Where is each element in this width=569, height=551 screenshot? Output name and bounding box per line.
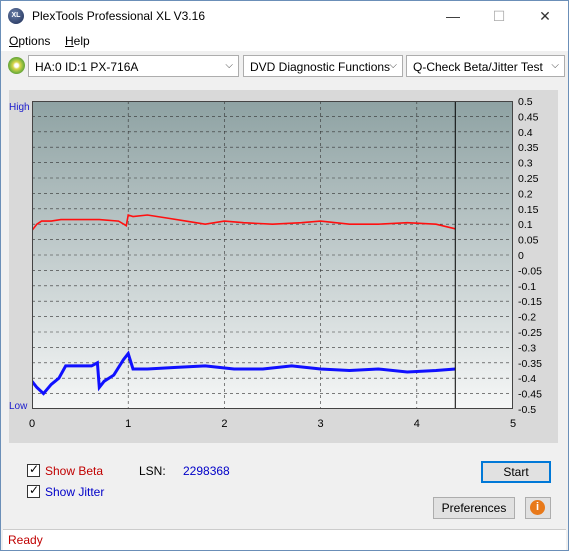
x-tick-label: 4 [414,418,420,430]
y-tick-label: 0.15 [518,204,539,216]
y-tick-label: 0.2 [518,188,533,200]
drive-select[interactable]: HA:0 ID:1 PX-716A ⌵ [28,55,239,77]
chevron-down-icon: ⌵ [551,60,559,71]
show-jitter-label[interactable]: Show Jitter [45,485,104,499]
y-tick-label: -0.1 [518,281,536,293]
x-tick-label: 1 [125,418,131,430]
beta-jitter-chart [32,101,513,409]
x-tick-label: 0 [29,418,35,430]
start-button[interactable]: Start [481,461,551,483]
y-tick-label: 0.4 [518,127,533,139]
y-tick-label: 0.25 [518,173,539,185]
chevron-down-icon: ⌵ [225,60,233,71]
toolbar: HA:0 ID:1 PX-716A ⌵ DVD Diagnostic Funct… [1,52,568,80]
y-tick-label: -0.15 [518,296,542,308]
menu-help-label: elp [73,34,90,48]
x-tick-label: 5 [510,418,516,430]
high-label: High [9,102,30,113]
plextools-app-icon: XL [8,8,24,24]
test-select[interactable]: Q-Check Beta/Jitter Test ⌵ [406,55,565,77]
chevron-down-icon: ⌵ [389,60,397,71]
menu-help[interactable]: Help [65,34,90,48]
y-tick-label: -0.2 [518,312,536,324]
y-tick-label: 0.5 [518,96,533,108]
x-tick-label: 3 [318,418,324,430]
menu-options-accelerator: O [9,34,19,48]
y-tick-label: -0.25 [518,327,542,339]
info-icon: i [530,500,545,515]
x-axis: 0 1 2 3 4 5 [29,418,516,430]
status-text: Ready [8,533,43,547]
y-tick-label: 0.45 [518,111,539,123]
menu-bar: Options Help [1,31,568,51]
window-title: PlexTools Professional XL V3.16 [32,9,205,23]
y-tick-label: -0.45 [518,389,542,401]
function-select[interactable]: DVD Diagnostic Functions ⌵ [243,55,403,77]
close-button[interactable]: ✕ [522,1,568,31]
y-tick-label: 0.3 [518,158,533,170]
options-panel: ✓ Show Beta ✓ Show Jitter LSN: 2298368 S… [9,451,558,523]
x-tick-label: 2 [221,418,227,430]
y-tick-label: 0.35 [518,142,539,154]
info-button[interactable]: i [525,497,551,519]
minimize-button[interactable]: — [430,1,476,31]
menu-options-label: ptions [18,34,51,48]
main-window: XL PlexTools Professional XL V3.16 — ☐ ✕… [0,0,569,551]
lsn-label: LSN: [139,464,166,478]
y-tick-label: -0.3 [518,342,536,354]
y-tick-label: -0.05 [518,265,542,277]
title-bar: XL PlexTools Professional XL V3.16 — ☐ ✕ [1,1,568,31]
preferences-button[interactable]: Preferences [433,497,515,519]
y-tick-label: 0.1 [518,219,533,231]
menu-options[interactable]: Options [9,34,50,48]
function-select-value: DVD Diagnostic Functions [250,60,391,74]
check-mark-icon: ✓ [29,483,40,497]
y-tick-label: 0 [518,250,524,262]
y-tick-label: -0.35 [518,358,542,370]
test-select-value: Q-Check Beta/Jitter Test [413,60,543,74]
disc-drive-icon [8,57,25,74]
y-tick-label: -0.4 [518,373,536,385]
lsn-value: 2298368 [183,464,230,478]
show-beta-checkbox[interactable]: ✓ [27,462,40,477]
maximize-button[interactable]: ☐ [476,1,522,31]
drive-select-value: HA:0 ID:1 PX-716A [35,60,139,74]
grid [32,101,513,409]
status-bar: Ready [3,529,566,550]
menu-help-accelerator: H [65,34,74,48]
show-beta-label[interactable]: Show Beta [45,464,103,478]
chart-panel: High Low 0.5 0.45 0.4 0.35 0.3 0.25 0.2 0.15 0.1… [9,90,558,443]
show-jitter-checkbox[interactable]: ✓ [27,483,40,498]
y-tick-label: 0.05 [518,235,539,247]
check-mark-icon: ✓ [29,462,40,476]
y-axis: 0.5 0.45 0.4 0.35 0.3 0.25 0.2 0.15 0.1 0.05 0 -0.0… [518,96,542,416]
